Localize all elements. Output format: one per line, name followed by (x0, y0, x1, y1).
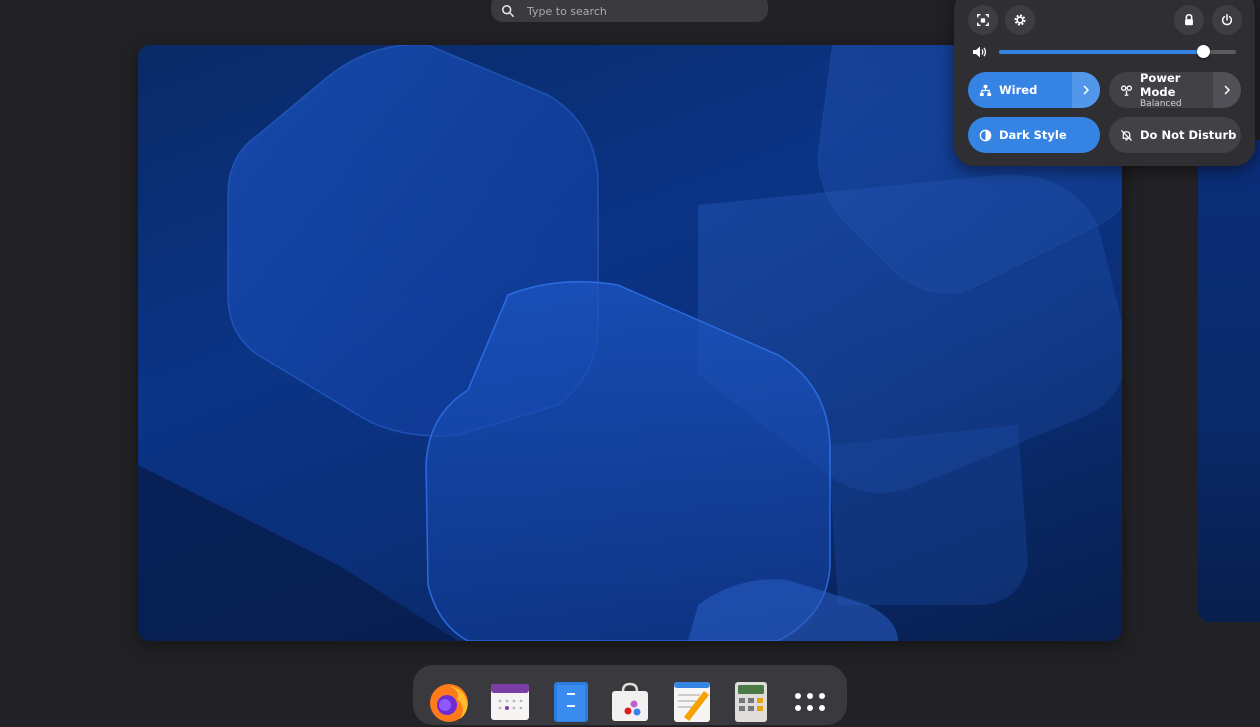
dash (413, 665, 847, 725)
app-grid-icon (795, 693, 825, 711)
quick-settings-panel: Wired Power Mode Balanced Dark Style Do … (954, 0, 1255, 166)
files-icon (554, 682, 588, 722)
lock-button[interactable] (1174, 5, 1204, 35)
show-apps-button[interactable] (788, 679, 832, 723)
power-mode-icon (1120, 84, 1133, 96)
files-app[interactable] (549, 679, 593, 723)
power-mode-menu-button[interactable] (1213, 72, 1241, 108)
search-input[interactable] (527, 4, 747, 18)
calculator-app[interactable] (729, 679, 773, 723)
lock-icon (1185, 13, 1193, 26)
volume-slider[interactable] (999, 45, 1236, 58)
software-app[interactable] (608, 679, 652, 723)
gear-icon (1014, 14, 1026, 26)
calculator-icon (735, 682, 767, 722)
text-editor-icon (674, 682, 710, 722)
screenshot-icon (977, 14, 989, 26)
do-not-disturb-toggle[interactable]: Do Not Disturb (1109, 117, 1241, 153)
search-icon (501, 4, 515, 18)
do-not-disturb-tile[interactable]: Do Not Disturb (1109, 117, 1241, 153)
dark-style-icon (979, 129, 992, 141)
next-workspace-thumbnail[interactable] (1198, 140, 1260, 622)
dark-style-tile[interactable]: Dark Style (968, 117, 1100, 153)
do-not-disturb-label: Do Not Disturb (1140, 128, 1237, 142)
screenshot-button[interactable] (968, 5, 998, 35)
network-icon (979, 84, 992, 96)
firefox-icon (430, 684, 468, 722)
search-bar[interactable] (491, 0, 768, 22)
power-mode-label: Power Mode (1140, 72, 1181, 99)
chevron-right-icon (1083, 85, 1090, 95)
volume-slider-handle[interactable] (1196, 45, 1210, 58)
wired-menu-button[interactable] (1072, 72, 1100, 108)
software-icon (612, 682, 648, 721)
dark-style-toggle[interactable]: Dark Style (968, 117, 1100, 153)
power-mode-sublabel: Balanced (1140, 99, 1182, 108)
power-mode-toggle[interactable]: Power Mode Balanced (1109, 72, 1213, 108)
chevron-right-icon (1224, 85, 1231, 95)
calendar-app[interactable] (488, 679, 532, 723)
power-mode-tile[interactable]: Power Mode Balanced (1109, 72, 1241, 108)
volume-slider-fill (999, 50, 1203, 54)
power-icon (1221, 14, 1233, 26)
speaker-icon (973, 46, 987, 58)
wired-label: Wired (999, 83, 1038, 97)
power-button[interactable] (1212, 5, 1242, 35)
text-editor-app[interactable] (670, 679, 714, 723)
bell-off-icon (1120, 129, 1133, 141)
wired-tile[interactable]: Wired (968, 72, 1100, 108)
dark-style-label: Dark Style (999, 128, 1067, 142)
wired-toggle[interactable]: Wired (968, 72, 1072, 108)
firefox-app[interactable] (427, 679, 471, 723)
calendar-icon (491, 684, 529, 720)
settings-button[interactable] (1005, 5, 1035, 35)
